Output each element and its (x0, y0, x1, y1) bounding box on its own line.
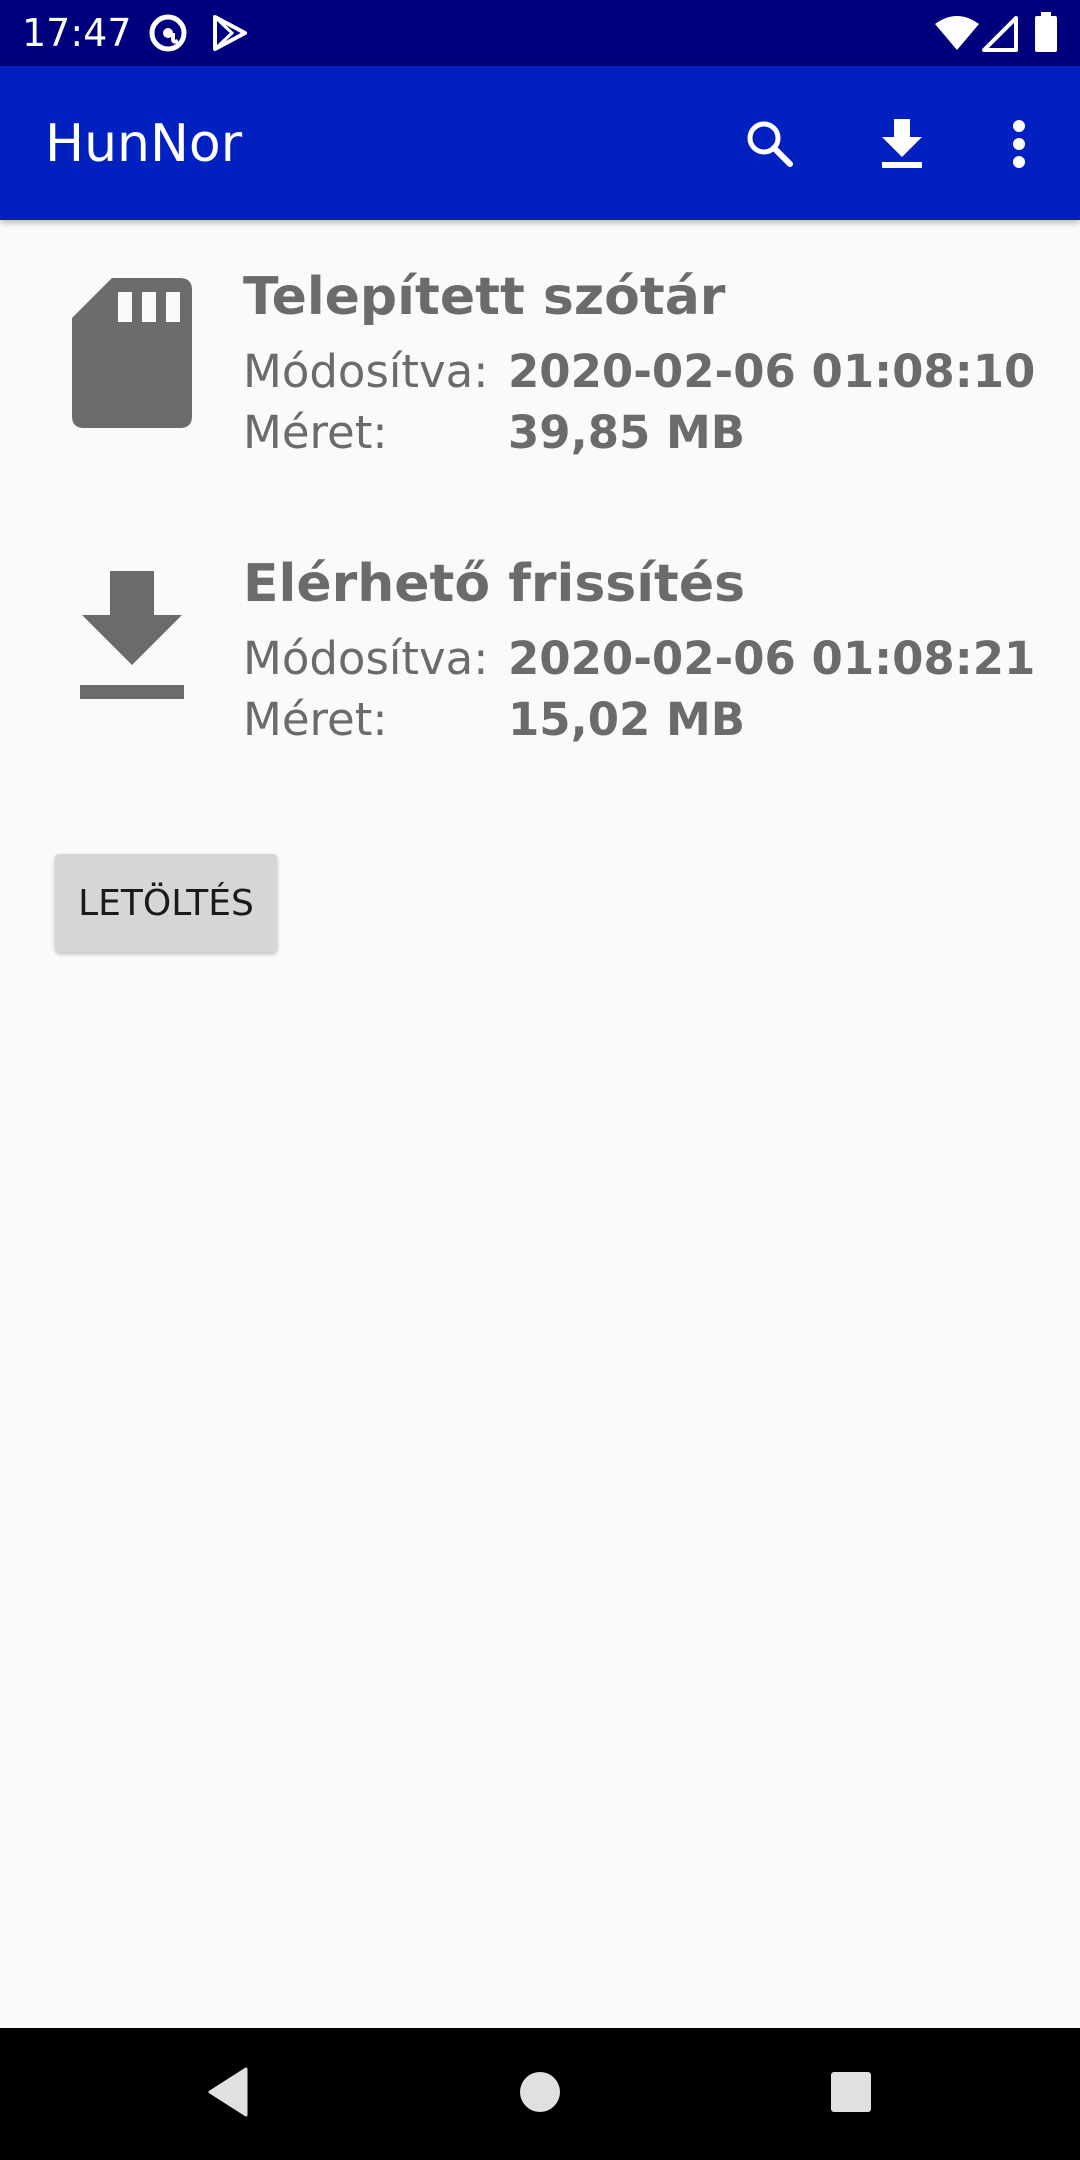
cell-signal-icon (982, 16, 1018, 56)
home-button[interactable] (504, 2058, 576, 2130)
size-label: Méret: (243, 406, 388, 459)
installed-dictionary-item: Telepített szótár Módosítva: 2020-02-06 … (0, 260, 1080, 500)
recents-icon (830, 2071, 872, 2117)
size-value: 15,02 MB (508, 693, 746, 746)
back-button[interactable] (192, 2058, 264, 2130)
status-time: 17:47 (22, 11, 132, 55)
item-title: Telepített szótár (243, 267, 726, 327)
wifi-icon (934, 16, 980, 56)
modified-label: Módosítva: (243, 632, 489, 685)
recents-button[interactable] (815, 2058, 887, 2130)
back-icon (206, 2067, 250, 2121)
download-icon (880, 119, 924, 173)
download-action-button[interactable] (864, 108, 940, 184)
app-bar: HunNor (0, 66, 1080, 220)
battery-icon (1035, 12, 1057, 56)
home-icon (518, 2070, 562, 2118)
modified-value: 2020-02-06 01:08:21 (508, 632, 1036, 685)
item-title: Elérhető frissítés (243, 554, 746, 614)
sd-card-icon (72, 278, 192, 428)
more-options-button[interactable] (981, 108, 1057, 184)
size-label: Méret: (243, 693, 388, 746)
search-icon (744, 118, 796, 174)
size-value: 39,85 MB (508, 406, 746, 459)
modified-value: 2020-02-06 01:08:10 (508, 345, 1036, 398)
navigation-bar (0, 2028, 1080, 2160)
search-button[interactable] (732, 108, 808, 184)
play-store-icon (212, 14, 248, 56)
available-update-item: Elérhető frissítés Módosítva: 2020-02-06… (0, 547, 1080, 787)
more-vert-icon (1012, 119, 1026, 173)
modified-label: Módosítva: (243, 345, 489, 398)
status-bar: 17:47 (0, 0, 1080, 66)
download-button[interactable]: LETÖLTÉS (55, 854, 277, 952)
download-icon (80, 571, 184, 699)
at-sign-icon (148, 13, 188, 57)
app-title: HunNor (45, 114, 243, 174)
